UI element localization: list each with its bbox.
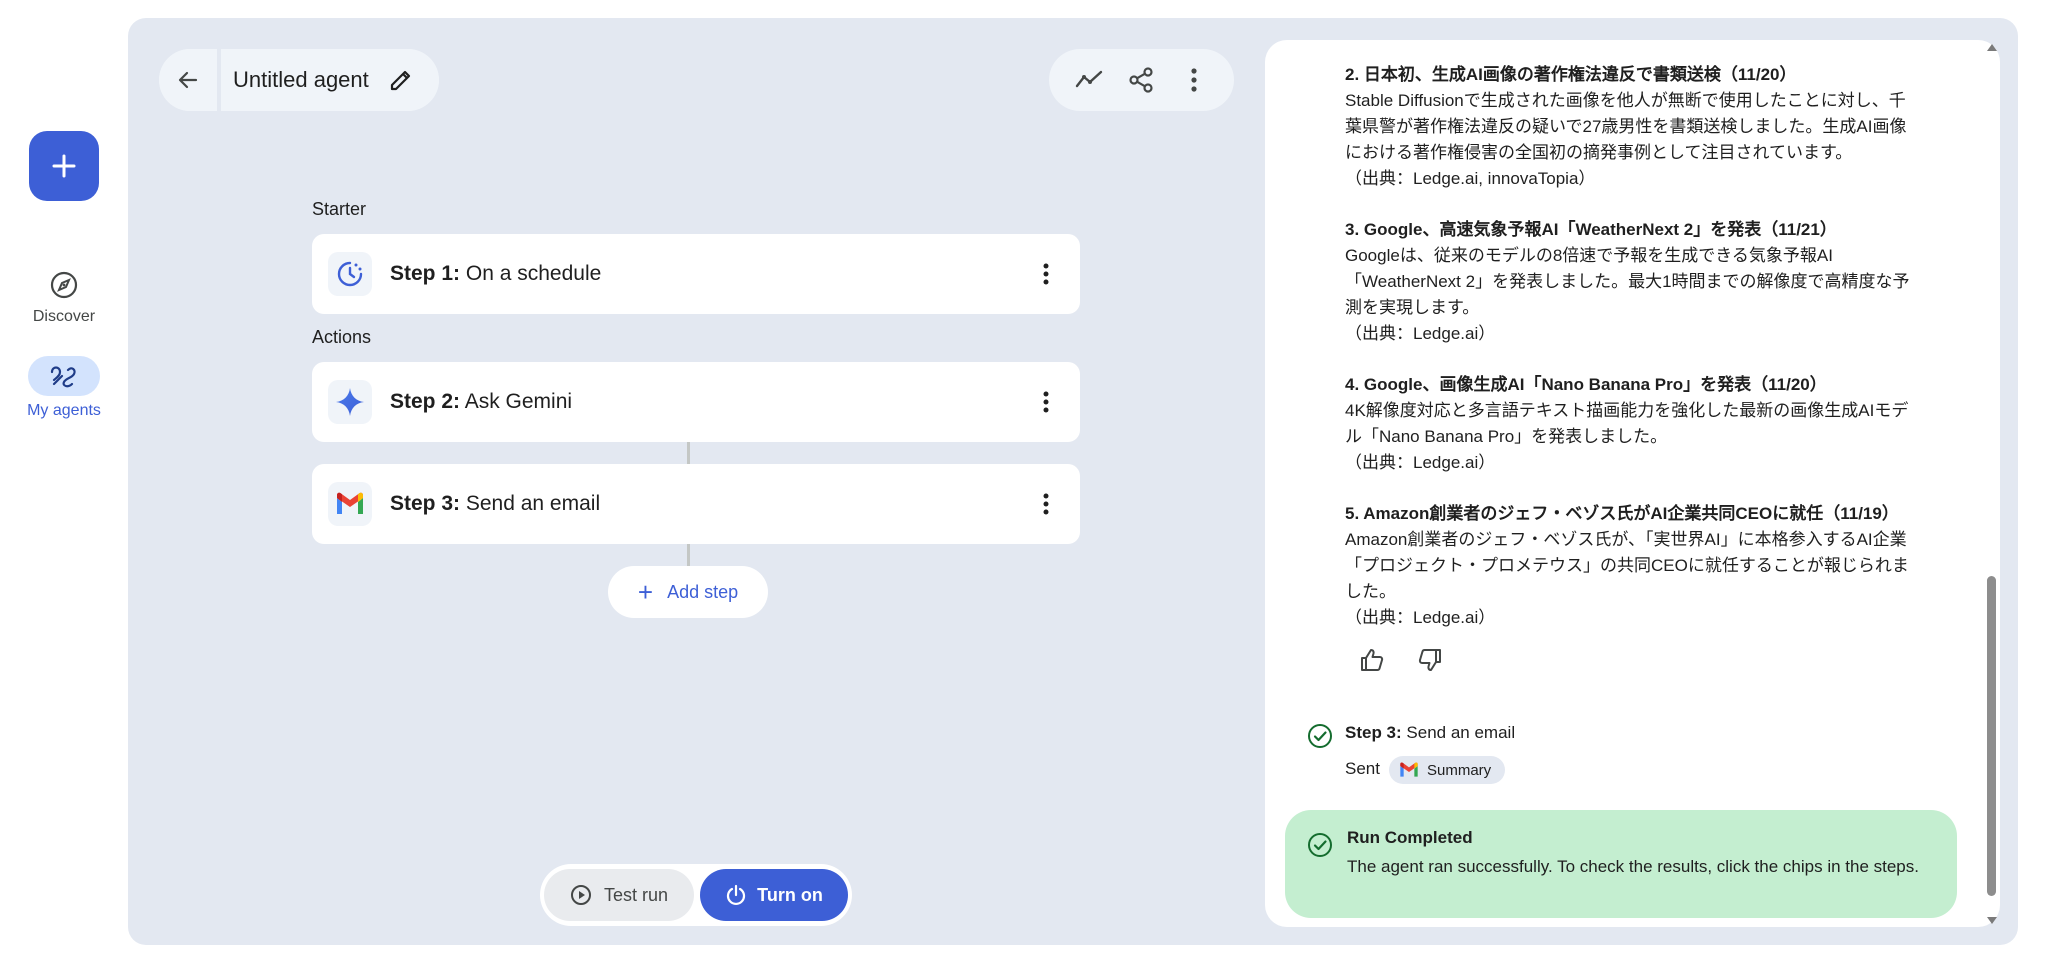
more-options-button[interactable] <box>1174 60 1214 100</box>
scroll-down-arrow-icon[interactable] <box>1987 917 1997 924</box>
plus-icon: + <box>637 577 654 607</box>
check-circle-icon <box>1308 833 1332 857</box>
news-line: 「プロジェクト・プロメテウス」の共同CEOに就任することが報じられま <box>1345 556 1909 575</box>
news-line: した。 <box>1345 582 1396 601</box>
more-vert-icon <box>1043 263 1049 285</box>
turn-on-button[interactable]: Turn on <box>700 869 848 921</box>
news-line: 「WeatherNext 2」を発表しました。最大1時間までの解像度で高精度な予 <box>1345 272 1910 291</box>
thumbs-up-button[interactable] <box>1357 645 1387 675</box>
result-step-3-label: Step 3: Send an email <box>1345 723 1516 742</box>
step-connector <box>687 544 690 566</box>
news-line: Googleは、従来のモデルの8倍速で予報を生成できる気象予報AI <box>1345 246 1833 265</box>
run-completed-banner: Run Completed The agent ran successfully… <box>1285 810 1957 918</box>
rail-item-my-agents[interactable]: My agents <box>0 356 128 420</box>
add-step-label: Add step <box>667 581 739 602</box>
agent-title: Untitled agent <box>233 67 369 92</box>
pencil-icon <box>390 70 410 91</box>
news-line: 葉県警が著作権法違反の疑いで27歳男性を書類送検しました。生成AI画像 <box>1345 117 1907 136</box>
schedule-icon <box>328 252 372 296</box>
rail-item-discover[interactable]: Discover <box>0 268 128 326</box>
gemini-sparkle-icon <box>328 380 372 424</box>
news-line: Amazon創業者のジェフ・ベゾス氏が、「実世界AI」に本格参入するAI企業 <box>1345 530 1907 549</box>
step-3-label: Step 3: Send an email <box>390 492 601 515</box>
run-completed-description: The agent ran successfully. To check the… <box>1347 857 1919 876</box>
play-circle-icon <box>570 885 591 905</box>
step-1-menu-button[interactable] <box>1028 256 1064 292</box>
step-card-1[interactable]: Step 1: On a schedule <box>312 234 1080 314</box>
feedback-buttons <box>1357 645 1445 675</box>
news-line: ル「Nano Banana Pro」を発表しました。 <box>1345 427 1668 446</box>
starter-section-label: Starter <box>312 199 367 219</box>
news-line: （出典：Ledge.ai） <box>1345 324 1496 343</box>
news-title: 5. Amazon創業者のジェフ・ベゾス氏がAI企業共同CEOに就任（11/19… <box>1345 504 1899 523</box>
my-agents-pill <box>28 356 100 396</box>
news-title: 4. Google、画像生成AI「Nano Banana Pro」を発表（11/… <box>1345 375 1827 394</box>
thumbs-down-button[interactable] <box>1415 645 1445 675</box>
thumbs-up-icon <box>1361 649 1384 671</box>
thumbs-down-icon <box>1418 649 1441 671</box>
step-2-label: Step 2: Ask Gemini <box>390 390 573 413</box>
edit-title-button[interactable] <box>385 64 417 96</box>
rail-label-my-agents: My agents <box>27 402 101 419</box>
trending-line-icon <box>1075 70 1103 88</box>
step-card-2[interactable]: Step 2: Ask Gemini <box>312 362 1080 442</box>
turn-on-label: Turn on <box>757 884 823 905</box>
chip-label: Summary <box>1427 761 1492 779</box>
scroll-thumb[interactable] <box>1987 576 1996 896</box>
more-vert-icon <box>1043 391 1049 413</box>
news-line: （出典：Ledge.ai） <box>1345 453 1496 472</box>
summary-email-chip[interactable]: Summary <box>1389 756 1506 784</box>
activity-button[interactable] <box>1069 60 1109 100</box>
toolbar <box>1049 49 1234 111</box>
news-title: 3. Google、高速気象予報AI「WeatherNext 2」を発表（11/… <box>1345 220 1837 239</box>
run-controls: Test run Turn on <box>540 864 852 926</box>
gmail-icon <box>1400 762 1418 777</box>
nav-rail: Discover My agents <box>0 0 128 963</box>
scroll-up-arrow-icon[interactable] <box>1987 44 1997 51</box>
gmail-icon <box>328 482 372 526</box>
news-line: 測を実現します。 <box>1345 298 1480 317</box>
back-button[interactable] <box>159 49 221 111</box>
news-line: （出典：Ledge.ai） <box>1345 608 1496 627</box>
news-line: 4K解像度対応と多言語テキスト描画能力を強化した最新の画像生成AIモデ <box>1345 401 1909 420</box>
plus-icon <box>52 154 76 178</box>
news-line: Stable Diffusionで生成された画像を他人が無断で使用したことに対し… <box>1345 91 1906 110</box>
sent-label: Sent <box>1345 759 1380 778</box>
rail-label-discover: Discover <box>32 308 96 325</box>
power-icon <box>727 884 746 906</box>
check-circle-icon <box>1308 724 1332 748</box>
add-step-button[interactable]: + Add step <box>608 566 768 618</box>
test-run-label: Test run <box>603 884 669 905</box>
agent-editor-panel: Untitled agent Starter Step 1: On a sche… <box>128 18 2018 945</box>
agent-title-bar: Untitled agent <box>159 49 439 111</box>
more-vert-icon <box>1191 68 1197 92</box>
news-line: （出典：Ledge.ai, innovaTopia） <box>1345 169 1596 188</box>
actions-section-label: Actions <box>312 327 372 347</box>
create-agent-button[interactable] <box>29 131 99 201</box>
run-completed-title: Run Completed <box>1347 828 1473 847</box>
news-title: 2. 日本初、生成AI画像の著作権法違反で書類送検（11/20） <box>1345 65 1797 84</box>
step-2-menu-button[interactable] <box>1028 384 1064 420</box>
more-vert-icon <box>1043 493 1049 515</box>
step-3-menu-button[interactable] <box>1028 486 1064 522</box>
title-area: Untitled agent <box>221 49 439 111</box>
compass-icon <box>47 268 81 302</box>
step-connector <box>687 442 690 464</box>
results-scrollbar[interactable] <box>1983 40 1999 928</box>
agents-icon <box>50 366 76 388</box>
run-results-panel[interactable]: 2. 日本初、生成AI画像の著作権法違反で書類送検（11/20） Stable … <box>1265 40 2000 927</box>
step-card-3[interactable]: Step 3: Send an email <box>312 464 1080 544</box>
step-1-label: Step 1: On a schedule <box>390 262 602 285</box>
share-button[interactable] <box>1121 60 1161 100</box>
news-line: における著作権侵害の全国初の摘発事例として注目されています。 <box>1345 143 1853 162</box>
arrow-left-icon <box>178 71 198 89</box>
share-icon <box>1129 67 1154 93</box>
test-run-button[interactable]: Test run <box>544 869 694 921</box>
